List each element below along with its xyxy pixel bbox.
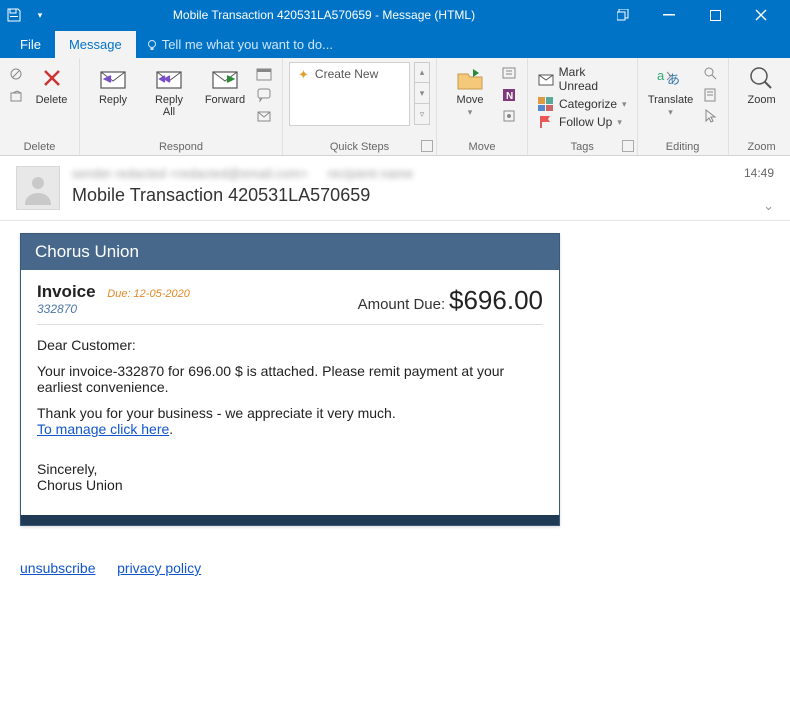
sender-avatar [16,166,60,210]
group-respond: Reply Reply All Forward Respond [80,58,283,155]
window-controls [600,0,784,30]
group-move: Move▾ N Move [437,58,528,155]
follow-up-button[interactable]: Follow Up ▾ [534,114,626,130]
im-icon[interactable] [254,85,276,105]
select-icon[interactable] [700,106,722,126]
qs-up-icon[interactable]: ▴ [414,62,430,83]
group-tags: Mark Unread Categorize ▾ Follow Up ▾ Tag… [528,58,638,155]
tags-launcher-icon[interactable] [622,140,634,152]
related-icon[interactable] [700,85,722,105]
meeting-icon[interactable] [254,64,276,84]
categorize-icon [538,97,554,111]
person-icon [21,171,55,205]
message-time: 14:49 [744,166,774,180]
message-subject: Mobile Transaction 420531LA570659 [72,185,732,206]
svg-text:a: a [657,68,665,83]
signoff-1: Sincerely, [37,461,97,477]
reply-icon [97,64,129,92]
unsubscribe-link[interactable]: unsubscribe [20,560,96,576]
move-folder-icon [454,64,486,92]
group-editing: aあ Translate▾ Editing [638,58,729,155]
reply-all-icon [153,64,185,92]
forward-button[interactable]: Forward [198,62,252,108]
ignore-icon[interactable] [6,64,28,84]
zoom-button[interactable]: Zoom [735,62,789,108]
group-quick-steps: ✦ Create New ▴ ▾ ▿ Quick Steps [283,58,437,155]
qs-down-icon[interactable]: ▾ [414,83,430,104]
forward-icon [209,64,241,92]
junk-icon[interactable] [6,86,28,106]
qat-dropdown-icon[interactable]: ▾ [32,7,48,23]
close-icon[interactable] [738,0,784,30]
lightbulb-icon [146,39,158,51]
greeting: Dear Customer: [37,337,543,353]
delete-icon [36,64,68,92]
quick-step-create-new[interactable]: ✦ Create New [289,62,410,126]
recipient-redacted: recipient name [328,166,413,181]
translate-icon: aあ [655,64,687,92]
tell-me-search[interactable]: Tell me what you want to do... [136,31,343,58]
invoice-company: Chorus Union [21,234,559,270]
body-line-2: Thank you for your business - we appreci… [37,405,396,421]
save-icon[interactable] [6,7,22,23]
ribbon-tabs: File Message Tell me what you want to do… [0,30,790,58]
quick-access-toolbar: ▾ [6,7,48,23]
window-title: Mobile Transaction 420531LA570659 - Mess… [48,8,600,22]
ribbon: Delete Delete Reply Reply All Forward [0,58,790,156]
invoice-footer-bar [21,515,559,525]
invoice-card: Chorus Union Invoice Due: 12-05-2020 332… [20,233,560,526]
amount-due-value: $696.00 [449,285,543,315]
restore-up-icon[interactable] [600,0,646,30]
categorize-button[interactable]: Categorize ▾ [534,96,631,112]
reply-all-button[interactable]: Reply All [142,62,196,120]
group-zoom: Zoom Zoom [729,58,790,155]
group-delete: Delete Delete [0,58,80,155]
mark-unread-icon [538,72,554,86]
footer-links: unsubscribe privacy policy [20,560,770,576]
tab-message[interactable]: Message [55,31,136,58]
onenote-icon[interactable]: N [499,85,521,105]
signoff-2: Chorus Union [37,477,123,493]
message-body[interactable]: Chorus Union Invoice Due: 12-05-2020 332… [0,221,790,691]
body-line-1: Your invoice-332870 for 696.00 $ is atta… [37,363,543,395]
reply-button[interactable]: Reply [86,62,140,108]
mark-unread-button[interactable]: Mark Unread [534,64,631,94]
minimize-icon[interactable] [646,0,692,30]
tab-file[interactable]: File [6,31,55,58]
amount-due-label: Amount Due: [358,296,446,313]
invoice-due: Due: 12-05-2020 [107,288,190,300]
rules-icon[interactable] [499,64,521,84]
quicksteps-launcher-icon[interactable] [421,140,433,152]
invoice-label: Invoice [37,282,96,301]
title-bar: ▾ Mobile Transaction 420531LA570659 - Me… [0,0,790,30]
delete-button[interactable]: Delete [30,62,73,108]
svg-text:N: N [506,91,513,102]
maximize-icon[interactable] [692,0,738,30]
find-icon[interactable] [700,64,722,84]
translate-button[interactable]: aあ Translate▾ [644,62,698,120]
qs-expand-icon[interactable]: ▿ [414,104,430,125]
sparkle-icon: ✦ [298,67,309,83]
expand-header-icon[interactable]: ⌄ [744,198,774,214]
zoom-icon [746,64,778,92]
sender-name-redacted: sender redacted <redacted@email.com> [72,166,308,181]
invoice-number: 332870 [37,302,190,316]
actions-icon[interactable] [499,106,521,126]
more-respond-icon[interactable] [254,106,276,126]
move-button[interactable]: Move▾ [443,62,497,120]
manage-link[interactable]: To manage click here [37,421,169,437]
flag-icon [538,115,554,129]
privacy-link[interactable]: privacy policy [117,560,201,576]
message-header: sender redacted <redacted@email.com> rec… [0,156,790,221]
